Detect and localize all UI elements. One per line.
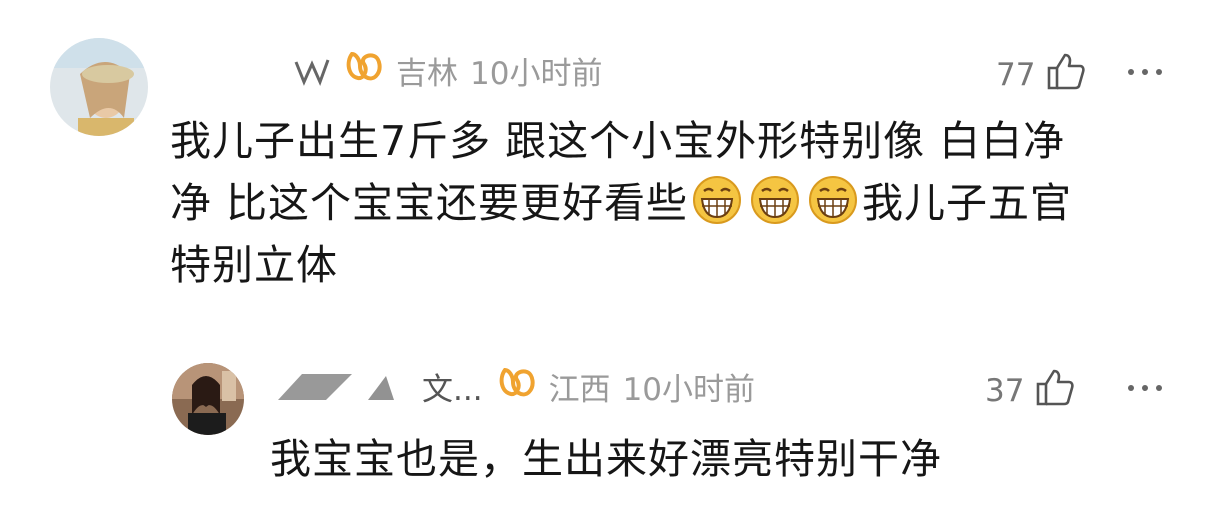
- vip-badge-icon: [497, 364, 537, 408]
- like-count: 37: [985, 373, 1025, 409]
- reply-time: 10小时前: [622, 371, 756, 408]
- vip-badge-icon: [344, 48, 384, 92]
- comment-location: 吉林: [396, 55, 458, 92]
- avatar[interactable]: [172, 363, 244, 435]
- grinning-emoji-icon: [750, 175, 800, 225]
- grinning-emoji-icon: [808, 175, 858, 225]
- reply-location: 江西: [548, 371, 611, 408]
- comment-text-line: 特别立体: [170, 241, 338, 289]
- comment-text-line: 我儿子出生7斤多 跟这个小宝外形特别像 白白净: [170, 117, 1066, 165]
- thumbs-up-icon: [1045, 52, 1086, 98]
- comment-text-line: 净 比这个宝宝还要更好看些 我儿子五官: [170, 172, 1180, 234]
- username[interactable]: [290, 52, 338, 88]
- like-button[interactable]: 77: [996, 52, 1086, 98]
- more-options-icon[interactable]: [1128, 69, 1162, 75]
- username[interactable]: [272, 368, 422, 404]
- comment-meta: 吉林 10小时前: [290, 48, 603, 92]
- more-options-icon[interactable]: [1128, 385, 1162, 391]
- like-count: 77: [996, 57, 1036, 93]
- username-text[interactable]: 文...: [422, 364, 483, 409]
- grinning-emoji-icon: [692, 175, 742, 225]
- thumbs-up-icon: [1034, 368, 1075, 414]
- reply-text-line: 我宝宝也是，生出来好漂亮特别干净: [270, 435, 942, 483]
- reply-text: 我宝宝也是，生出来好漂亮特别干净: [270, 428, 1170, 490]
- comment-time: 10小时前: [470, 55, 603, 92]
- reply-meta: 文... 江西 10小时前: [272, 364, 756, 409]
- avatar[interactable]: [50, 38, 148, 136]
- comment-text: 我儿子出生7斤多 跟这个小宝外形特别像 白白净 净 比这个宝宝还要更好看些 我儿子…: [170, 110, 1180, 296]
- like-button[interactable]: 37: [985, 368, 1075, 414]
